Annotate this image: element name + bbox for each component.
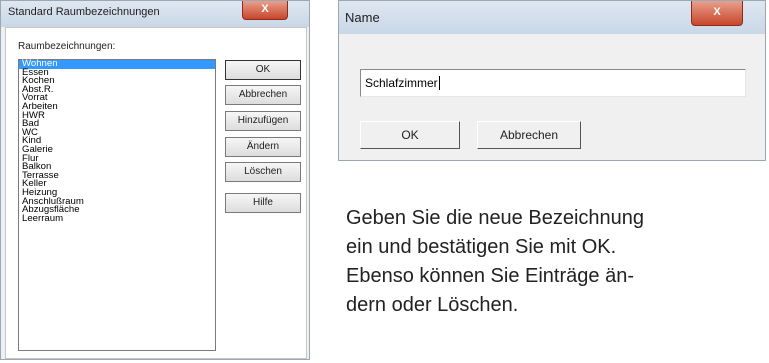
close-button[interactable]: X [691,1,743,26]
dialog-client-area: Schlafzimmer OK Abbrechen [343,34,761,156]
dialog-title: Standard Raumbezeichnungen [8,6,160,18]
instruction-line: Ebenso können Sie Einträge än- [346,265,634,287]
list-item[interactable]: Leerraum [19,214,215,224]
close-icon: X [261,3,269,15]
standard-raumbezeichnungen-dialog: Standard Raumbezeichnungen X Raumbezeich… [0,0,310,360]
list-item[interactable]: Bad [19,119,215,129]
dialog-titlebar: Standard Raumbezeichnungen X [1,1,309,27]
list-item[interactable]: WC [19,128,215,138]
room-names-listbox[interactable]: Wohnen Essen Kochen Abst.R. Vorrat Arbeiten HW… [18,59,216,351]
cancel-button[interactable]: Abbrechen [477,121,581,149]
add-button[interactable]: Hinzufügen [225,111,301,131]
close-button[interactable]: X [242,1,288,20]
dialog-titlebar: Name X [339,1,765,34]
edit-button[interactable]: Ändern [225,137,301,157]
dialog-title: Name [345,10,380,25]
list-item[interactable]: HWR [19,110,215,121]
help-button[interactable]: Hilfe [225,193,301,213]
list-item[interactable]: Arbeiten [19,102,215,112]
instruction-line: dern oder Löschen. [346,294,519,316]
delete-button[interactable]: Löschen [225,162,301,182]
name-dialog: Name X Schlafzimmer OK Abbrechen [338,0,766,161]
ok-button[interactable]: OK [225,60,301,80]
name-input[interactable]: Schlafzimmer [360,69,746,97]
close-icon: X [713,6,721,18]
instruction-line: Geben Sie die neue Bezeichnung [346,207,645,229]
instruction-line: ein und bestätigen Sie mit OK. [346,236,617,258]
list-item[interactable]: Abst.R. [19,85,215,95]
dialog-client-area: Raumbezeichnungen: Wohnen Essen Kochen Abst… [5,27,307,359]
list-item[interactable]: Galerie [19,145,215,155]
ok-button[interactable]: OK [360,121,460,149]
instruction-text: Geben Sie die neue Bezeichnung ein und b… [346,204,760,320]
name-input-value: Schlafzimmer [365,76,440,90]
cancel-button[interactable]: Abbrechen [225,85,301,105]
list-item[interactable]: Terrasse [19,171,215,181]
list-label: Raumbezeichnungen: [18,41,116,52]
